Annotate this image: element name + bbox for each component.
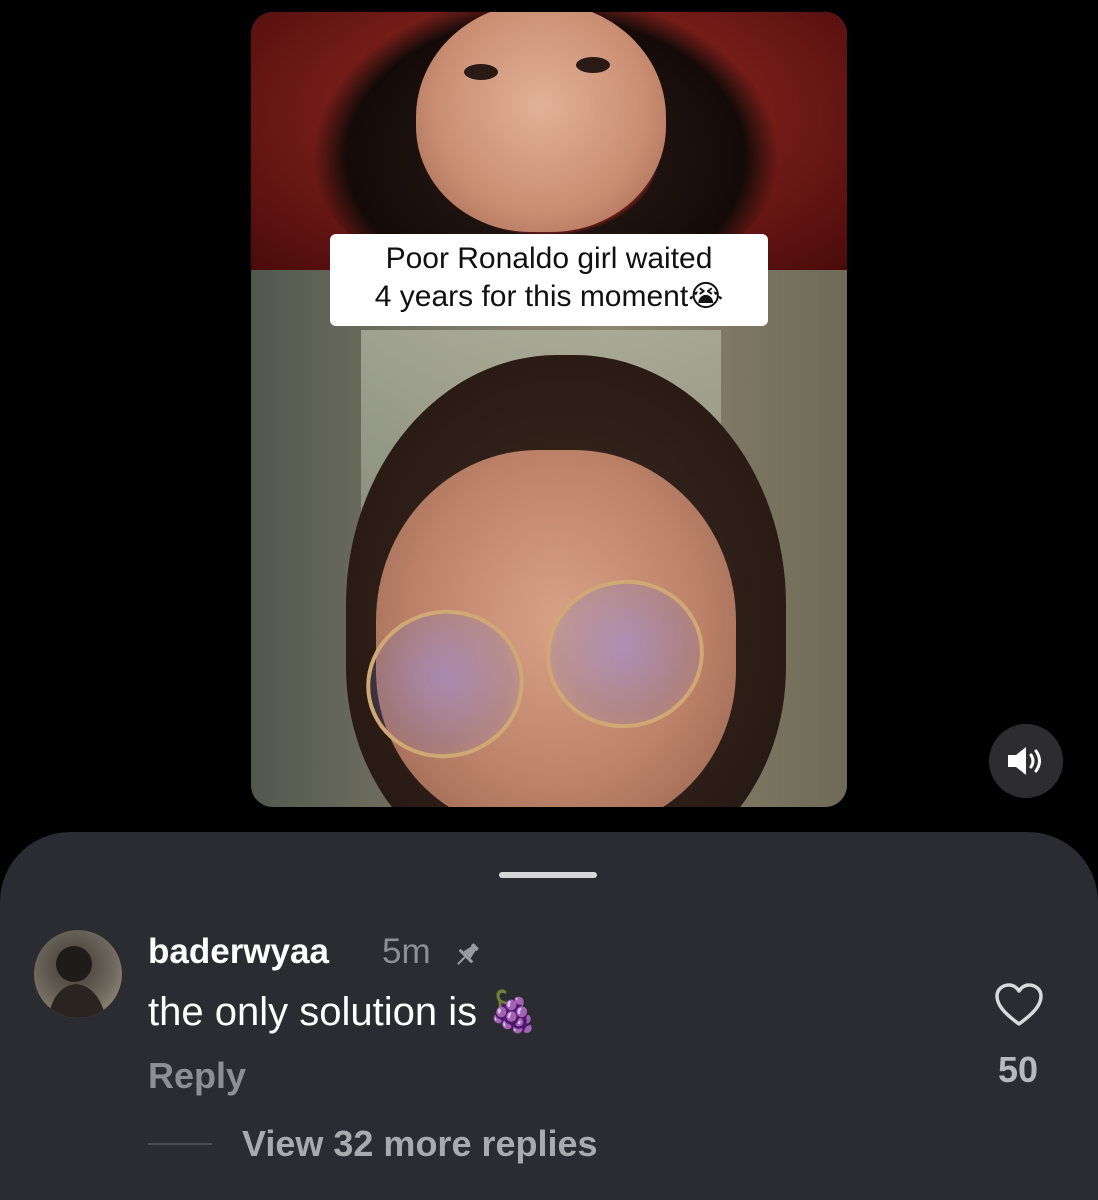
comment-username[interactable]: baderwyaa [148, 932, 329, 972]
comment-text: the only solution is 🍇 [148, 988, 538, 1036]
caption-line-2: 4 years for this moment [374, 280, 689, 313]
caption-line-1: Poor Ronaldo girl waited [385, 242, 713, 275]
view-more-replies-button[interactable]: View 32 more replies [242, 1122, 598, 1166]
volume-button[interactable] [989, 724, 1063, 798]
sheet-grabber[interactable] [499, 872, 597, 878]
comments-sheet: baderwyaa 5m the only solution is 🍇 Repl… [0, 832, 1098, 1200]
comment-body: the only solution is [148, 990, 478, 1034]
reply-button[interactable]: Reply [148, 1054, 246, 1098]
video-caption: Poor Ronaldo girl waited 4 years for thi… [330, 234, 768, 326]
crying-face-emoji: 😭 [688, 279, 724, 314]
heart-icon[interactable] [994, 982, 1044, 1028]
video-frame-bottom [251, 270, 847, 807]
avatar[interactable] [34, 930, 122, 1018]
pin-icon [457, 943, 479, 965]
replies-divider [148, 1143, 212, 1145]
speaker-on-icon [1008, 747, 1041, 775]
grapes-emoji: 🍇 [488, 989, 539, 1035]
comment-timestamp: 5m [382, 932, 431, 971]
like-count: 50 [997, 1049, 1039, 1090]
avatar-photo [48, 946, 106, 1018]
video-player[interactable] [251, 12, 847, 807]
video-frame-top [251, 12, 847, 292]
